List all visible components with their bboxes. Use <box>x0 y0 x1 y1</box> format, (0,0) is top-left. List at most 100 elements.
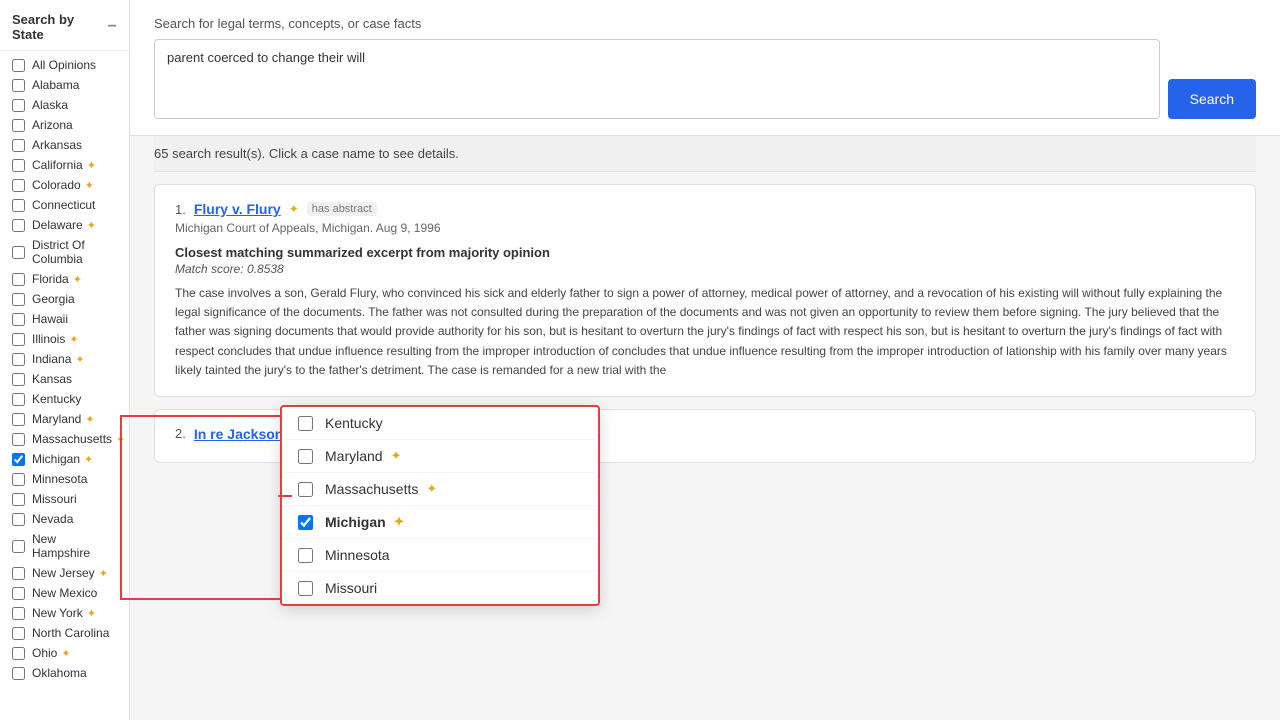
sidebar-state-10[interactable]: Florida✦ <box>0 269 129 289</box>
result-title-row-1: 1. Flury v. Flury ✦ has abstract <box>175 201 1235 217</box>
checkbox-16[interactable] <box>12 393 25 406</box>
state-label-27: North Carolina <box>32 626 109 640</box>
result-case-link-2[interactable]: In re Jackson <box>194 426 284 442</box>
zoom-state-1[interactable]: Maryland✦ <box>282 440 598 473</box>
checkbox-17[interactable] <box>12 413 25 426</box>
checkbox-14[interactable] <box>12 353 25 366</box>
search-label: Search for legal terms, concepts, or cas… <box>154 16 1256 31</box>
sidebar-state-26[interactable]: New York✦ <box>0 603 129 623</box>
sidebar-state-1[interactable]: Alabama <box>0 75 129 95</box>
result-number-2: 2. <box>175 426 186 441</box>
state-label-23: New Hampshire <box>32 532 117 560</box>
sidebar-state-2[interactable]: Alaska <box>0 95 129 115</box>
state-label-21: Missouri <box>32 492 77 506</box>
sidebar-state-13[interactable]: Illinois✦ <box>0 329 129 349</box>
result-case-link-1[interactable]: Flury v. Flury <box>194 201 281 217</box>
checkbox-13[interactable] <box>12 333 25 346</box>
sidebar-state-18[interactable]: Massachusetts✦ <box>0 429 129 449</box>
sidebar-state-21[interactable]: Missouri <box>0 489 129 509</box>
checkbox-23[interactable] <box>12 540 25 553</box>
checkbox-6[interactable] <box>12 179 25 192</box>
checkbox-19[interactable] <box>12 453 25 466</box>
sidebar-state-6[interactable]: Colorado✦ <box>0 175 129 195</box>
checkbox-9[interactable] <box>12 246 25 259</box>
search-button[interactable]: Search <box>1168 79 1256 119</box>
state-label-11: Georgia <box>32 292 75 306</box>
sidebar-state-17[interactable]: Maryland✦ <box>0 409 129 429</box>
sidebar-state-0[interactable]: All Opinions <box>0 55 129 75</box>
checkbox-2[interactable] <box>12 99 25 112</box>
checkbox-20[interactable] <box>12 473 25 486</box>
sidebar-state-3[interactable]: Arizona <box>0 115 129 135</box>
state-label-25: New Mexico <box>32 586 97 600</box>
checkbox-22[interactable] <box>12 513 25 526</box>
collapse-icon[interactable]: − <box>108 18 117 36</box>
checkbox-0[interactable] <box>12 59 25 72</box>
state-label-10: Florida <box>32 272 69 286</box>
sidebar-state-19[interactable]: Michigan✦ <box>0 449 129 469</box>
state-label-2: Alaska <box>32 98 68 112</box>
sidebar-state-5[interactable]: California✦ <box>0 155 129 175</box>
zoom-state-3[interactable]: Michigan✦ <box>282 506 598 539</box>
checkbox-7[interactable] <box>12 199 25 212</box>
checkbox-8[interactable] <box>12 219 25 232</box>
checkbox-15[interactable] <box>12 373 25 386</box>
sidebar-state-28[interactable]: Ohio✦ <box>0 643 129 663</box>
checkbox-26[interactable] <box>12 607 25 620</box>
zoom-state-4[interactable]: Minnesota <box>282 539 598 572</box>
sidebar-state-11[interactable]: Georgia <box>0 289 129 309</box>
results-count: 65 search result(s). Click a case name t… <box>154 136 1256 172</box>
sidebar-state-8[interactable]: Delaware✦ <box>0 215 129 235</box>
zoom-checkbox-2[interactable] <box>298 482 313 497</box>
state-label-7: Connecticut <box>32 198 95 212</box>
zoom-checkbox-3[interactable] <box>298 515 313 530</box>
zoom-checkbox-0[interactable] <box>298 416 313 431</box>
sidebar-state-25[interactable]: New Mexico <box>0 583 129 603</box>
sidebar-state-9[interactable]: District Of Columbia <box>0 235 129 269</box>
sparkle-icon-sidebar-26: ✦ <box>87 607 96 620</box>
sidebar-title: Search by State <box>12 12 108 42</box>
checkbox-3[interactable] <box>12 119 25 132</box>
checkbox-27[interactable] <box>12 627 25 640</box>
state-label-17: Maryland <box>32 412 81 426</box>
checkbox-24[interactable] <box>12 567 25 580</box>
result-number-1: 1. <box>175 202 186 217</box>
checkbox-1[interactable] <box>12 79 25 92</box>
zoom-checkbox-4[interactable] <box>298 548 313 563</box>
checkbox-10[interactable] <box>12 273 25 286</box>
sidebar-state-15[interactable]: Kansas <box>0 369 129 389</box>
state-label-15: Kansas <box>32 372 72 386</box>
abstract-badge-1: has abstract <box>307 202 377 216</box>
sidebar-state-4[interactable]: Arkansas <box>0 135 129 155</box>
checkbox-29[interactable] <box>12 667 25 680</box>
search-area: Search for legal terms, concepts, or cas… <box>130 0 1280 136</box>
sidebar-state-16[interactable]: Kentucky <box>0 389 129 409</box>
checkbox-28[interactable] <box>12 647 25 660</box>
zoom-checkbox-5[interactable] <box>298 581 313 596</box>
zoom-state-label-0: Kentucky <box>325 415 383 431</box>
checkbox-11[interactable] <box>12 293 25 306</box>
state-label-3: Arizona <box>32 118 73 132</box>
sidebar-state-24[interactable]: New Jersey✦ <box>0 563 129 583</box>
sidebar-state-27[interactable]: North Carolina <box>0 623 129 643</box>
sidebar-state-29[interactable]: Oklahoma <box>0 663 129 683</box>
sidebar-state-12[interactable]: Hawaii <box>0 309 129 329</box>
checkbox-4[interactable] <box>12 139 25 152</box>
sidebar-state-7[interactable]: Connecticut <box>0 195 129 215</box>
zoom-state-0[interactable]: Kentucky <box>282 407 598 440</box>
checkbox-12[interactable] <box>12 313 25 326</box>
sidebar-state-23[interactable]: New Hampshire <box>0 529 129 563</box>
zoom-checkbox-1[interactable] <box>298 449 313 464</box>
sidebar-state-22[interactable]: Nevada <box>0 509 129 529</box>
state-label-22: Nevada <box>32 512 73 526</box>
zoom-state-label-1: Maryland <box>325 448 383 464</box>
checkbox-18[interactable] <box>12 433 25 446</box>
zoom-state-5[interactable]: Missouri <box>282 572 598 604</box>
sidebar-state-20[interactable]: Minnesota <box>0 469 129 489</box>
checkbox-25[interactable] <box>12 587 25 600</box>
sidebar-state-14[interactable]: Indiana✦ <box>0 349 129 369</box>
zoom-state-2[interactable]: Massachusetts✦ <box>282 473 598 506</box>
checkbox-21[interactable] <box>12 493 25 506</box>
search-input[interactable]: parent coerced to change their will <box>154 39 1160 119</box>
checkbox-5[interactable] <box>12 159 25 172</box>
